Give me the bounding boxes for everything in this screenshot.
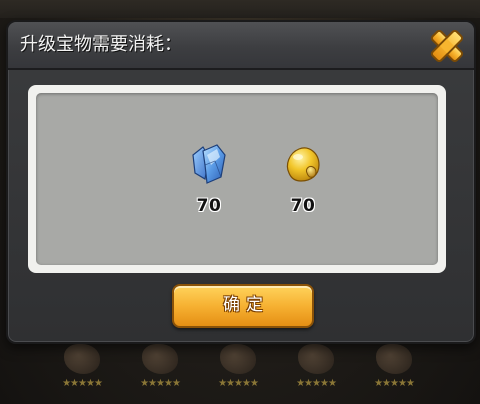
star-rating-icon: ★★★★★ <box>140 378 181 389</box>
upgrade-cost-dialog: 升级宝物需要消耗： 70 70 确定 <box>6 20 476 344</box>
gold-amount: 70 <box>290 196 316 216</box>
cost-item-gold: 70 <box>273 143 333 233</box>
gold-nugget-icon <box>286 147 320 182</box>
cost-item-crystal: 70 <box>179 143 239 233</box>
cost-list: 70 70 <box>36 93 438 265</box>
background-item-row: ★★★★★ ★★★★★ ★★★★★ ★★★★★ ★★★★★ <box>50 338 450 404</box>
crystal-amount: 70 <box>196 196 222 216</box>
cost-panel: 70 70 <box>28 85 446 273</box>
background-top-strip <box>0 0 480 18</box>
star-rating-icon: ★★★★★ <box>374 378 415 389</box>
background-item: ★★★★★ <box>362 338 426 404</box>
background-item: ★★★★★ <box>128 338 192 404</box>
background-item: ★★★★★ <box>284 338 348 404</box>
close-button[interactable] <box>426 25 468 67</box>
close-x-icon <box>430 29 464 63</box>
confirm-button-label: 确定 <box>223 295 269 315</box>
star-rating-icon: ★★★★★ <box>296 378 337 389</box>
confirm-button[interactable]: 确定 <box>172 284 314 328</box>
dialog-title: 升级宝物需要消耗： <box>20 34 182 55</box>
background-item: ★★★★★ <box>50 338 114 404</box>
star-rating-icon: ★★★★★ <box>218 378 259 389</box>
dialog-title-bar: 升级宝物需要消耗： <box>8 22 474 70</box>
blue-crystal-icon <box>192 144 226 184</box>
star-rating-icon: ★★★★★ <box>62 378 103 389</box>
background-item: ★★★★★ <box>206 338 270 404</box>
